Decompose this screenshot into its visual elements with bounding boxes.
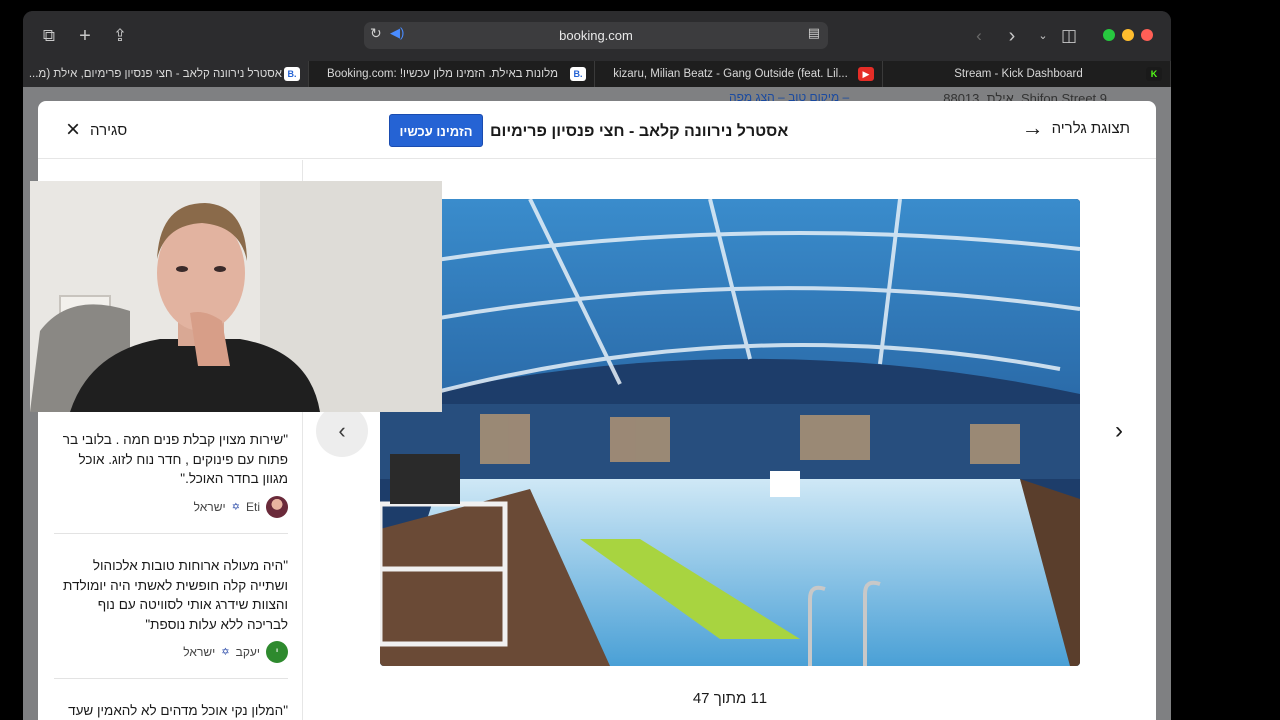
- tab-youtube[interactable]: ▶ kizaru, Milian Beatz - Gang Outside (f…: [595, 61, 883, 87]
- reviewer-row: Eti ✡ ישראל: [54, 496, 288, 518]
- browser-toolbar: ⧉ + ⇪ ↻ ◀) booking.com ▤ ‹ › ⌄ ◫: [23, 11, 1171, 61]
- tab-label: אסטרל נירוונה קלאב - חצי פנסיון פרימיום,…: [28, 68, 282, 80]
- reviewer-avatar: [266, 496, 288, 518]
- forward-icon[interactable]: ›: [1000, 24, 1024, 48]
- close-button[interactable]: × סגירה: [66, 118, 127, 142]
- back-icon[interactable]: ‹: [967, 24, 991, 48]
- tab-kick[interactable]: K Stream - Kick Dashboard: [883, 61, 1171, 87]
- close-window-button[interactable]: [1141, 29, 1153, 41]
- address-bar[interactable]: ↻ ◀) booking.com ▤: [364, 22, 828, 49]
- reviewer-name: יעקב: [235, 645, 260, 659]
- tab-booking-hotel[interactable]: B. אסטרל נירוונה קלאב - חצי פנסיון פרימי…: [23, 61, 309, 87]
- reader-icon[interactable]: ▤: [808, 25, 820, 41]
- photo-counter: 11 מתוך 47: [692, 690, 768, 707]
- hotel-title: אסטרל נירוונה קלאב - חצי פנסיון פרימיום: [490, 123, 789, 140]
- youtube-favicon-icon: ▶: [858, 67, 874, 81]
- close-icon[interactable]: ×: [66, 118, 80, 142]
- previous-photo-button[interactable]: ‹: [316, 405, 368, 457]
- window-controls: [1103, 29, 1153, 41]
- review-text: "היה מעולה ארוחות טובות אלכוהול ושתייה ק…: [63, 558, 288, 632]
- reviewer-row: י יעקב ✡ ישראל: [54, 641, 288, 663]
- tab-label: מלונות באילת. הזמינו מלון עכשיו! :Bookin…: [326, 68, 559, 80]
- tab-label: kizaru, Milian Beatz - Gang Outside (fea…: [613, 68, 848, 80]
- kick-favicon-icon: K: [1146, 67, 1162, 81]
- review-text: "שירות מצוין קבלת פנים חמה . בלובי בר פת…: [62, 432, 288, 486]
- book-now-button[interactable]: הזמינו עכשיו: [389, 114, 483, 147]
- sidebar-toggle-icon[interactable]: ◫: [1057, 24, 1081, 48]
- share-icon[interactable]: ⇪: [108, 24, 132, 48]
- israel-flag-icon: ✡: [221, 646, 230, 658]
- reviewer-country: ישראל: [183, 645, 216, 659]
- reviewer-avatar: י: [266, 641, 288, 663]
- pool-photo-illustration: [380, 199, 1080, 666]
- booking-favicon-icon: B.: [570, 67, 586, 81]
- zoom-button[interactable]: [1103, 29, 1115, 41]
- close-label[interactable]: סגירה: [90, 122, 127, 139]
- tab-booking-eilat[interactable]: B. מלונות באילת. הזמינו מלון עכשיו! :Boo…: [309, 61, 595, 87]
- tab-bar: B. אסטרל נירוונה קלאב - חצי פנסיון פרימי…: [23, 61, 1171, 87]
- new-tab-icon[interactable]: +: [73, 24, 97, 48]
- minimize-button[interactable]: [1122, 29, 1134, 41]
- webcam-person-illustration: [30, 181, 442, 412]
- tab-overview-icon[interactable]: ⧉: [37, 24, 61, 48]
- gallery-view-label[interactable]: תצוגת גלריה: [1052, 120, 1130, 137]
- booking-favicon-icon: B.: [284, 67, 300, 81]
- gallery-view-link[interactable]: תצוגת גלריה →: [1022, 117, 1130, 139]
- review-text: "המלון נקי אוכל מדהים לא להאמין שעד עכשי…: [68, 703, 288, 718]
- tab-label: Stream - Kick Dashboard: [954, 68, 1083, 80]
- israel-flag-icon: ✡: [231, 501, 240, 513]
- modal-header: × סגירה הזמינו עכשיו אסטרל נירוונה קלאב …: [38, 101, 1156, 159]
- main-photo: [380, 199, 1080, 666]
- reviewer-name: Eti: [245, 500, 260, 514]
- review-divider: [54, 533, 288, 534]
- webcam-overlay: [30, 181, 442, 412]
- next-photo-button[interactable]: ›: [1106, 416, 1132, 446]
- reviewer-country: ישראל: [193, 500, 226, 514]
- chevron-down-icon[interactable]: ⌄: [1031, 24, 1055, 48]
- review-divider: [54, 678, 288, 679]
- arrow-right-icon[interactable]: →: [1022, 117, 1044, 139]
- address-url[interactable]: booking.com: [364, 28, 828, 43]
